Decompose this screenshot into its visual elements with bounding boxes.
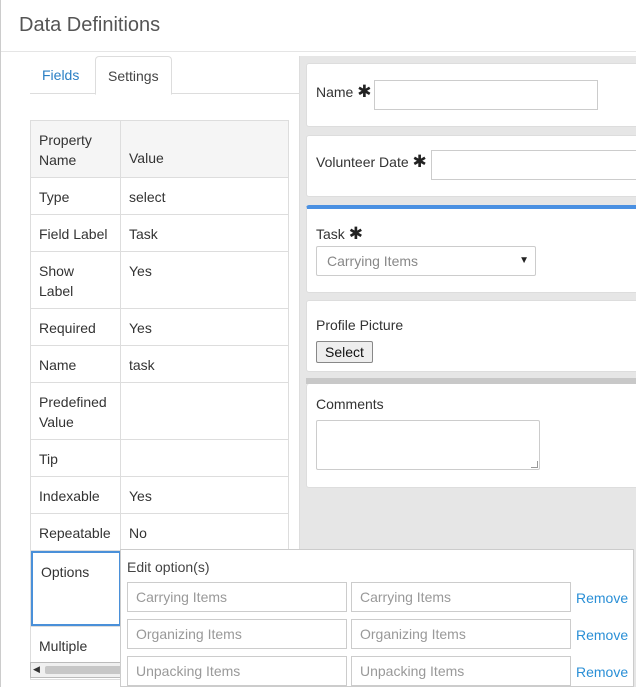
field-label-text: Volunteer Date [316, 154, 409, 170]
required-icon: ✱ [412, 152, 427, 171]
table-header-row: Property Name Value [31, 121, 288, 178]
table-row[interactable]: Indexable Yes [31, 477, 288, 514]
property-name: Options [31, 551, 121, 626]
scrollbar-thumb[interactable] [45, 666, 129, 674]
property-name: Show Label [31, 252, 121, 308]
option-label-input[interactable]: Unpacking Items [127, 656, 347, 686]
property-value[interactable]: No [121, 514, 288, 550]
field-card-task[interactable]: Task ✱ Carrying Items ▼ [306, 205, 636, 293]
field-label-text: Task [316, 226, 345, 242]
comments-textarea[interactable] [316, 420, 540, 470]
data-definitions-dialog: Data Definitions Fields Settings Propert… [0, 0, 636, 687]
property-name: Name [31, 346, 121, 382]
task-select[interactable]: Carrying Items ▼ [316, 246, 536, 276]
tab-fields[interactable]: Fields [30, 56, 91, 94]
dropdown-caret-icon: ▼ [519, 255, 529, 266]
tab-settings[interactable]: Settings [95, 56, 172, 95]
field-label: Name ✱ [316, 82, 372, 102]
table-row[interactable]: Field Label Task [31, 215, 288, 252]
option-value-input[interactable]: Carrying Items [351, 582, 571, 612]
property-value[interactable]: task [121, 346, 288, 382]
edit-options-popover: Edit option(s) Carrying Items Carrying I… [120, 549, 634, 687]
property-name: Field Label [31, 215, 121, 251]
tab-bar: Fields Settings [30, 56, 300, 95]
field-card-profile-picture[interactable]: Profile Picture Select [306, 300, 636, 372]
property-name: Tip [31, 440, 121, 476]
field-card-volunteer-date[interactable]: Volunteer Date ✱ [306, 135, 636, 197]
name-input[interactable] [374, 80, 598, 110]
field-card-comments[interactable]: Comments [306, 384, 636, 488]
field-label: Profile Picture [316, 317, 404, 333]
remove-option-link[interactable]: Remove [576, 590, 628, 606]
property-value[interactable] [121, 440, 288, 476]
column-header-property-name: Property Name [31, 121, 121, 177]
property-name: Type [31, 178, 121, 214]
table-row[interactable]: Type select [31, 178, 288, 215]
table-row[interactable]: Show Label Yes [31, 252, 288, 309]
horizontal-scrollbar[interactable]: ◀ [30, 662, 130, 678]
dialog-title: Data Definitions [19, 14, 161, 36]
property-name: Repeatable [31, 514, 121, 550]
property-name: Indexable [31, 477, 121, 513]
required-icon: ✱ [348, 224, 363, 243]
field-label: Comments [316, 396, 384, 412]
property-value[interactable]: select [121, 178, 288, 214]
popover-title: Edit option(s) [127, 559, 210, 575]
property-value[interactable] [121, 383, 288, 439]
table-row[interactable]: Required Yes [31, 309, 288, 346]
option-value-input[interactable]: Organizing Items [351, 619, 571, 649]
field-card-name[interactable]: Name ✱ [306, 63, 636, 127]
property-value[interactable]: Task [121, 215, 288, 251]
table-row[interactable]: Name task [31, 346, 288, 383]
table-row[interactable]: Repeatable No [31, 514, 288, 551]
dialog-header: Data Definitions [1, 0, 636, 52]
select-file-button[interactable]: Select [316, 341, 373, 363]
task-select-value: Carrying Items [327, 253, 419, 269]
property-value[interactable]: Yes [121, 252, 288, 308]
field-label: Task ✱ [316, 224, 363, 244]
property-name: Multiple [31, 627, 121, 667]
table-row[interactable]: Tip [31, 440, 288, 477]
field-label: Volunteer Date ✱ [316, 152, 427, 172]
required-icon: ✱ [357, 82, 372, 101]
option-label-input[interactable]: Organizing Items [127, 619, 347, 649]
property-name: Predefined Value [31, 383, 121, 439]
option-value-input[interactable]: Unpacking Items [351, 656, 571, 686]
property-name: Required [31, 309, 121, 345]
scroll-left-icon[interactable]: ◀ [33, 664, 40, 675]
resize-grip-icon[interactable] [531, 461, 538, 468]
table-row[interactable]: Predefined Value [31, 383, 288, 440]
remove-option-link[interactable]: Remove [576, 664, 628, 680]
volunteer-date-input[interactable] [431, 150, 636, 180]
property-value[interactable]: Yes [121, 309, 288, 345]
field-label-text: Name [316, 84, 354, 100]
option-label-input[interactable]: Carrying Items [127, 582, 347, 612]
column-header-value: Value [129, 150, 164, 166]
property-value[interactable]: Yes [121, 477, 288, 513]
remove-option-link[interactable]: Remove [576, 627, 628, 643]
